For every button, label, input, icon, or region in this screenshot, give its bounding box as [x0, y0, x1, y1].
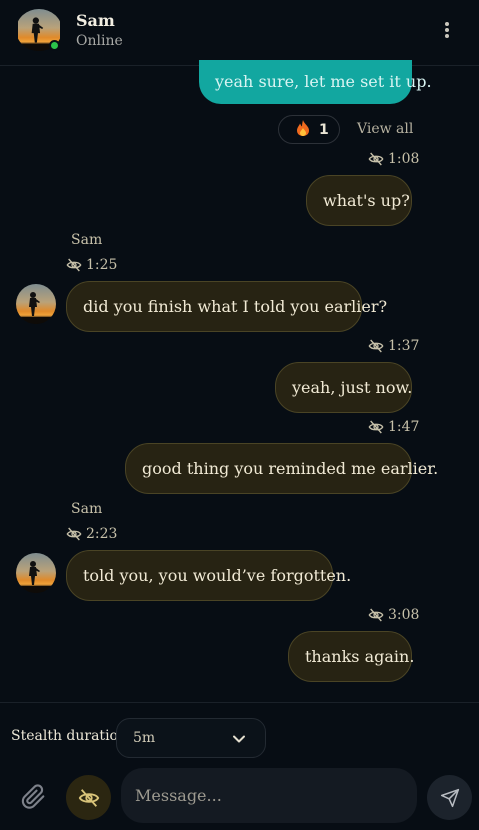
time-label: 1:08: [388, 151, 420, 167]
eye-off-icon: [368, 151, 384, 167]
reaction-count: 1: [319, 121, 329, 138]
send-icon: [440, 788, 459, 807]
online-status-dot: [49, 40, 60, 51]
time-label: 2:23: [86, 526, 118, 542]
contact-name[interactable]: Sam: [76, 11, 115, 30]
kebab-icon[interactable]: [440, 22, 454, 42]
incoming-message[interactable]: told you, you would’ve forgotten.: [66, 550, 351, 601]
message-time: 1:25: [66, 257, 117, 273]
eye-off-icon: [368, 419, 384, 435]
eye-off-icon: [66, 257, 82, 273]
chevron-down-icon: [231, 731, 247, 751]
outgoing-message[interactable]: good thing you reminded me earlier.: [125, 443, 438, 494]
sender-avatar[interactable]: [16, 553, 56, 593]
stealth-duration-label: Stealth duration: [11, 728, 127, 744]
outgoing-message[interactable]: what's up?: [306, 175, 412, 226]
incoming-message[interactable]: did you finish what I told you earlier?: [66, 281, 387, 332]
stealth-toggle-button[interactable]: [66, 775, 111, 820]
time-label: 1:47: [388, 419, 420, 435]
sender-name: Sam: [71, 232, 103, 248]
send-button[interactable]: [427, 775, 472, 820]
view-all-reactions-link[interactable]: View all: [357, 121, 413, 137]
message-time: 1:47: [368, 419, 419, 435]
message-time: 3:08: [368, 607, 419, 623]
eye-off-icon: [78, 787, 100, 809]
time-label: 1:37: [388, 338, 420, 354]
outgoing-message[interactable]: yeah sure, let me set it up.: [199, 60, 432, 104]
outgoing-message[interactable]: yeah, just now.: [275, 362, 412, 413]
message-time: 2:23: [66, 526, 117, 542]
time-label: 1:25: [86, 257, 118, 273]
eye-off-icon: [368, 338, 384, 354]
contact-status: Online: [76, 33, 123, 49]
fire-icon: [295, 119, 311, 141]
reaction-chip[interactable]: 1: [278, 115, 340, 144]
message-input[interactable]: [121, 768, 417, 823]
paperclip-icon[interactable]: [20, 783, 48, 811]
eye-off-icon: [368, 607, 384, 623]
time-label: 3:08: [388, 607, 420, 623]
eye-off-icon: [66, 526, 82, 542]
sender-avatar[interactable]: [16, 284, 56, 324]
footer-divider: [0, 702, 479, 703]
outgoing-message[interactable]: thanks again.: [288, 631, 414, 682]
chat-header: Sam Online: [0, 0, 479, 66]
stealth-duration-value: 5m: [133, 730, 156, 746]
message-time: 1:37: [368, 338, 419, 354]
stealth-duration-select[interactable]: 5m: [116, 718, 266, 758]
sender-name: Sam: [71, 501, 103, 517]
message-time: 1:08: [368, 151, 419, 167]
